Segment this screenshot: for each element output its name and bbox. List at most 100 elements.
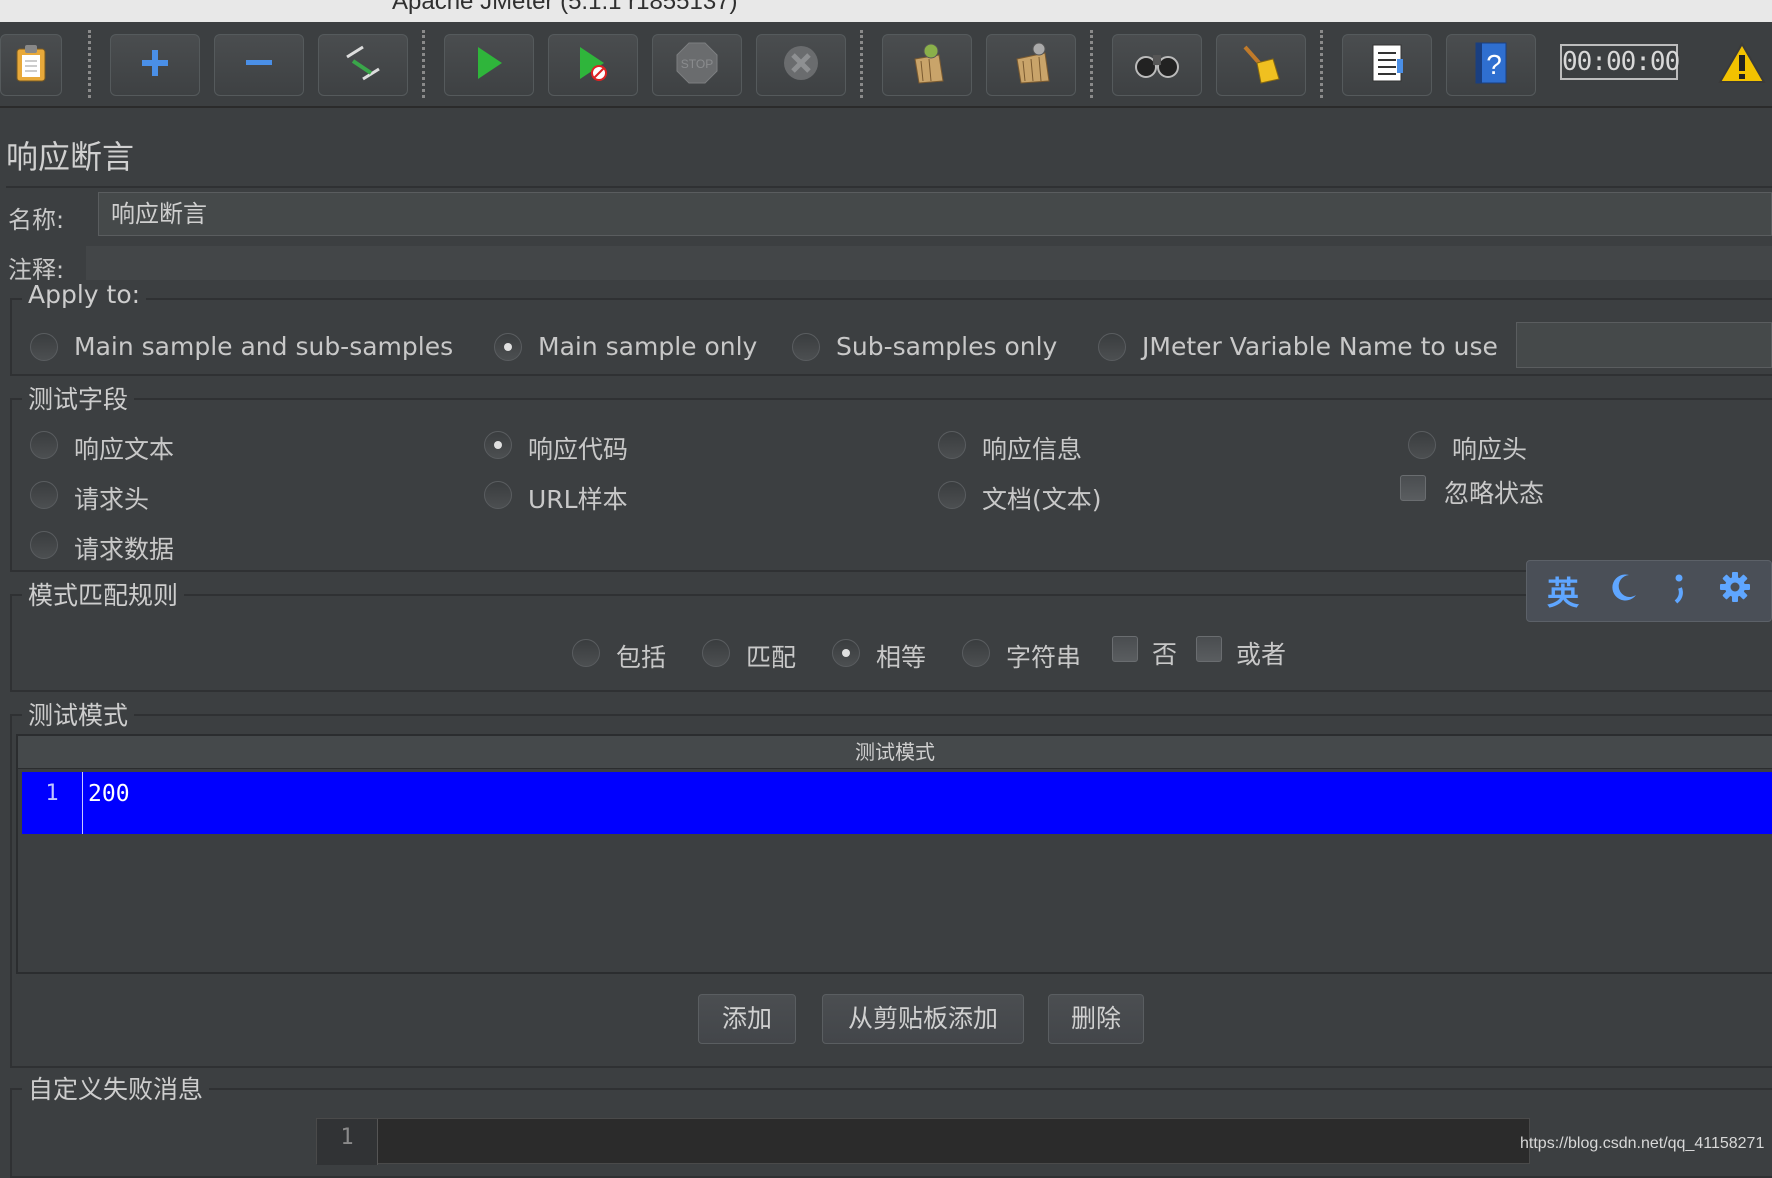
help-icon: ? [1472, 41, 1510, 89]
divider [6, 186, 1772, 188]
toolbar: STOP ? 00:00:00 [0, 22, 1772, 108]
remove-icon [243, 47, 275, 83]
rule-substring-radio[interactable] [962, 639, 990, 667]
field-response-code-radio[interactable] [484, 431, 512, 459]
field-request-data-label: 请求数据 [74, 535, 175, 564]
apply-sub-only-label: Sub-samples only [836, 332, 1058, 361]
or-checkbox[interactable] [1196, 636, 1222, 662]
apply-sub-only-radio[interactable] [792, 333, 820, 361]
custom-failure-title: 自定义失败消息 [22, 1070, 210, 1106]
toggle-button[interactable] [318, 34, 408, 96]
field-response-text-label: 响应文本 [74, 435, 175, 464]
test-field-title: 测试字段 [22, 380, 135, 416]
toolbar-separator [1090, 30, 1093, 98]
apply-variable-label: JMeter Variable Name to use [1142, 332, 1498, 361]
field-response-message-radio[interactable] [938, 431, 966, 459]
failure-message-editor[interactable]: 1 [316, 1118, 1530, 1165]
apply-to-title: Apply to: [22, 280, 147, 309]
stop-button[interactable]: STOP [652, 34, 742, 96]
function-helper-button[interactable] [1342, 34, 1432, 96]
field-document-radio[interactable] [938, 481, 966, 509]
apply-main-and-sub-radio[interactable] [30, 333, 58, 361]
apply-main-and-sub-label: Main sample and sub-samples [74, 332, 454, 361]
field-request-headers-label: 请求头 [74, 485, 150, 514]
ime-language-toggle[interactable]: 英 [1547, 568, 1579, 614]
ime-toolbar[interactable]: 英 [1526, 560, 1772, 622]
rule-contains-label: 包括 [616, 643, 667, 672]
reset-search-button[interactable] [1216, 34, 1306, 96]
svg-text:?: ? [1486, 49, 1502, 80]
table-row[interactable]: 1 200 [22, 772, 1772, 834]
rule-equals-radio[interactable] [832, 639, 860, 667]
line-number: 1 [22, 772, 83, 834]
gear-icon[interactable] [1719, 571, 1751, 611]
page-title: 响应断言 [6, 138, 135, 176]
field-request-data-radio[interactable] [30, 531, 58, 559]
toolbar-separator [88, 30, 91, 98]
delete-button[interactable]: 删除 [1048, 994, 1144, 1044]
window-title: Apache JMeter (5.1.1 r1855137) [392, 0, 738, 15]
search-button[interactable] [1112, 34, 1202, 96]
elapsed-timer: 00:00:00 [1560, 44, 1680, 80]
clear-all-button[interactable] [986, 34, 1076, 96]
templates-button[interactable] [0, 34, 62, 96]
remove-button[interactable] [214, 34, 304, 96]
stop-icon: STOP [675, 41, 719, 89]
field-url-label: URL样本 [528, 485, 628, 514]
ignore-status-checkbox[interactable] [1400, 475, 1426, 501]
apply-variable-radio[interactable] [1098, 333, 1126, 361]
clear-icon [905, 41, 949, 89]
search-icon [1134, 47, 1180, 83]
rule-matches-radio[interactable] [702, 639, 730, 667]
add-from-clipboard-button[interactable]: 从剪贴板添加 [822, 994, 1024, 1044]
or-label: 或者 [1236, 640, 1287, 669]
ignore-status-label: 忽略状态 [1444, 479, 1545, 508]
toolbar-separator [860, 30, 863, 98]
toolbar-separator [422, 30, 425, 98]
punctuation-icon[interactable] [1667, 570, 1691, 612]
name-label: 名称: [8, 206, 65, 234]
svg-text:STOP: STOP [681, 57, 713, 71]
field-response-text-radio[interactable] [30, 431, 58, 459]
field-url-radio[interactable] [484, 481, 512, 509]
window-titlebar: Apache JMeter (5.1.1 r1855137) [0, 0, 1772, 23]
rule-equals-label: 相等 [876, 643, 927, 672]
not-checkbox[interactable] [1112, 636, 1138, 662]
patterns-table-header[interactable]: 测试模式 [18, 736, 1772, 769]
clear-all-icon [1009, 41, 1053, 89]
pattern-rules-title: 模式匹配规则 [22, 576, 185, 612]
shutdown-icon [781, 43, 821, 87]
moon-icon[interactable] [1607, 571, 1639, 611]
warning-icon[interactable] [1718, 42, 1766, 88]
apply-main-only-radio[interactable] [494, 333, 522, 361]
add-button[interactable] [110, 34, 200, 96]
field-response-code-label: 响应代码 [528, 435, 629, 464]
toolbar-separator [1320, 30, 1323, 98]
rule-contains-radio[interactable] [572, 639, 600, 667]
watermark: https://blog.csdn.net/qq_41158271 [1520, 1135, 1765, 1152]
pattern-cell[interactable]: 200 [88, 772, 130, 816]
clear-button[interactable] [882, 34, 972, 96]
start-button[interactable] [444, 34, 534, 96]
shutdown-button[interactable] [756, 34, 846, 96]
help-button[interactable]: ? [1446, 34, 1536, 96]
add-button[interactable]: 添加 [698, 994, 796, 1044]
comment-input[interactable] [86, 246, 1772, 280]
function-helper-icon [1367, 41, 1407, 89]
field-response-headers-label: 响应头 [1452, 435, 1528, 464]
name-input[interactable]: 响应断言 [98, 192, 1772, 236]
rule-matches-label: 匹配 [746, 643, 797, 672]
reset-search-icon [1239, 41, 1283, 89]
field-request-headers-radio[interactable] [30, 481, 58, 509]
field-response-headers-radio[interactable] [1408, 431, 1436, 459]
toggle-icon [341, 43, 385, 87]
patterns-table[interactable]: 测试模式 1 200 [16, 734, 1772, 974]
add-icon [139, 47, 171, 83]
field-document-label: 文档(文本) [982, 485, 1102, 514]
line-number: 1 [317, 1119, 378, 1165]
apply-main-only-label: Main sample only [538, 332, 758, 361]
start-no-timers-button[interactable] [548, 34, 638, 96]
variable-name-input[interactable] [1516, 322, 1772, 368]
test-patterns-title: 测试模式 [22, 696, 135, 732]
rule-substring-label: 字符串 [1006, 643, 1082, 672]
